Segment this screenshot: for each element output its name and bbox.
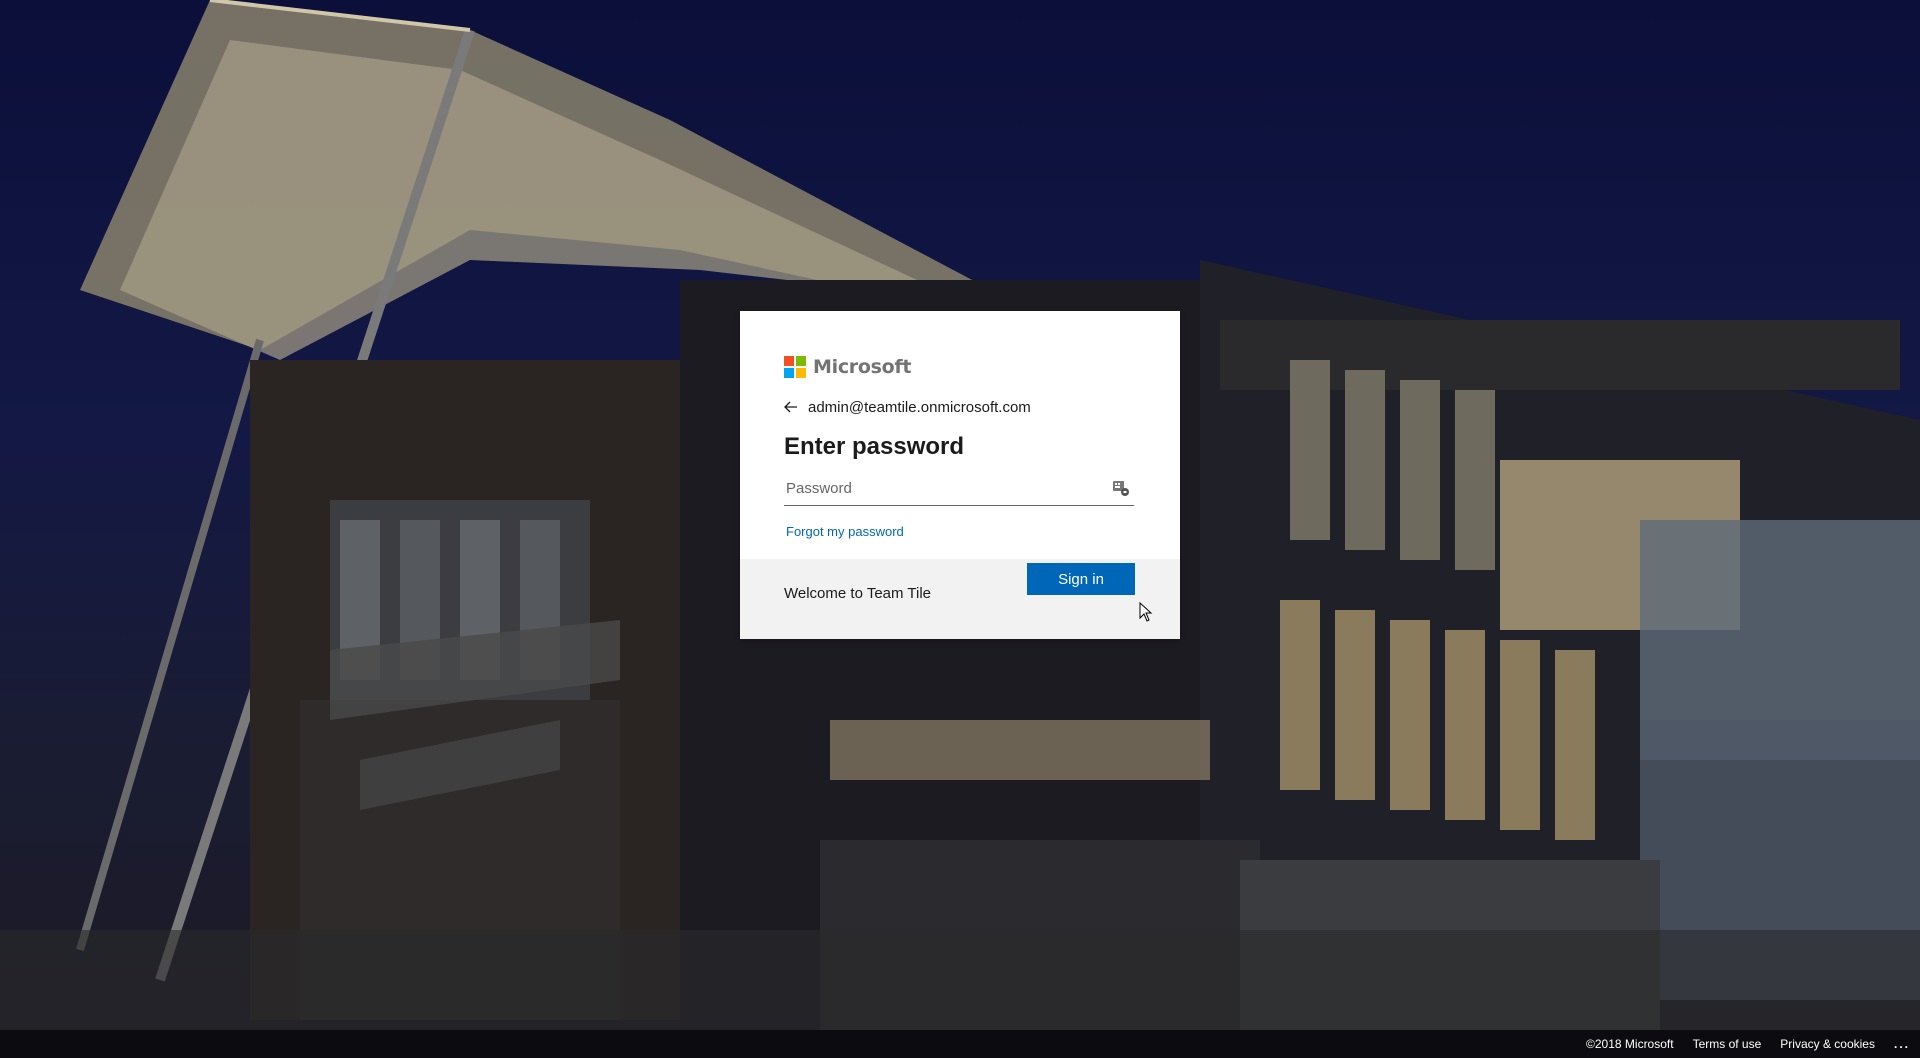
terms-link[interactable]: Terms of use xyxy=(1693,1037,1762,1051)
forgot-password-link[interactable]: Forgot my password xyxy=(786,524,904,539)
page-title: Enter password xyxy=(784,433,965,460)
mouse-cursor-icon xyxy=(1139,602,1153,622)
copyright-text: ©2018 Microsoft xyxy=(1586,1037,1674,1051)
welcome-text: Welcome to Team Tile xyxy=(784,585,932,602)
password-field-wrapper xyxy=(784,473,1134,506)
privacy-link[interactable]: Privacy & cookies xyxy=(1780,1037,1875,1051)
arrow-left-icon xyxy=(784,401,797,413)
identity-email: admin@teamtile.onmicrosoft.com xyxy=(808,398,1031,416)
microsoft-logo: Microsoft xyxy=(784,355,1136,379)
signin-card: Microsoft admin@teamtile.onmicrosoft.com… xyxy=(740,311,1180,639)
back-button[interactable] xyxy=(784,397,806,417)
brand-name: Microsoft xyxy=(813,356,912,378)
signin-card-main: Microsoft admin@teamtile.onmicrosoft.com… xyxy=(740,311,1180,559)
more-options-button[interactable]: ... xyxy=(1894,1037,1910,1051)
password-key-icon[interactable] xyxy=(1112,479,1130,497)
sign-in-button[interactable]: Sign in xyxy=(1027,563,1135,595)
microsoft-logo-icon xyxy=(784,356,806,378)
page-footer: ©2018 Microsoft Terms of use Privacy & c… xyxy=(0,1030,1920,1058)
password-input[interactable] xyxy=(784,473,1086,503)
identity-banner: admin@teamtile.onmicrosoft.com xyxy=(784,397,1136,417)
